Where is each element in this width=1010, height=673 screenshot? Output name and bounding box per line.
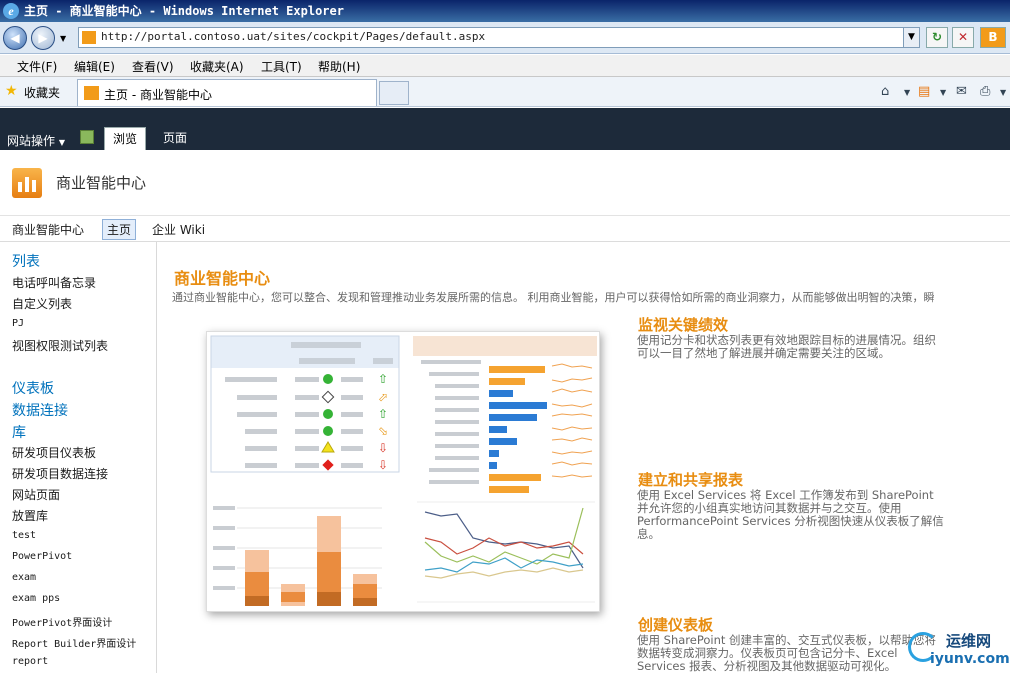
menu-tools[interactable]: 工具(T): [261, 58, 302, 75]
address-url[interactable]: http://portal.contoso.uat/sites/cockpit/…: [101, 30, 485, 43]
favorites-star-icon[interactable]: ★: [5, 83, 18, 99]
print-dropdown-icon[interactable]: ▼: [1000, 88, 1006, 97]
quick-launch-item[interactable]: PowerPivot: [12, 551, 72, 562]
page-title: 商业智能中心: [174, 269, 271, 288]
sharepoint-ribbon: 网站操作 ▼ 浏览 页面: [0, 108, 1010, 150]
site-actions-label: 网站操作: [7, 134, 56, 148]
svg-text:⇩: ⇩: [378, 458, 388, 472]
quick-launch-item[interactable]: 网站页面: [12, 486, 60, 503]
topnav-home[interactable]: 主页: [102, 219, 137, 240]
search-provider-button[interactable]: B: [980, 27, 1006, 48]
menu-bar: 文件(F) 编辑(E) 查看(V) 收藏夹(A) 工具(T) 帮助(H): [0, 55, 1010, 77]
site-actions-dropdown-icon: ▼: [58, 138, 65, 147]
svg-text:⇧: ⇧: [378, 407, 388, 421]
site-logo-icon[interactable]: [12, 168, 42, 198]
favorites-bar: ★ 收藏夹 主页 - 商业智能中心 ⌂ ▼ ▤ ▼ ✉ ⎙ ▼: [0, 77, 1010, 107]
home-dropdown-icon[interactable]: ▼: [904, 88, 910, 97]
feature-title-monitor: 监视关键绩效: [638, 316, 729, 334]
menu-view[interactable]: 查看(V): [132, 58, 174, 75]
window-title: 主页 - 商业智能中心 - Windows Internet Explorer: [24, 4, 344, 18]
dashboard-preview-graphic: ⇧ ⬀ ⇧ ⬂ ⇩ ⇩: [210, 335, 597, 606]
quick-launch-item[interactable]: PJ: [12, 318, 24, 329]
feeds-dropdown-icon[interactable]: ▼: [940, 88, 946, 97]
site-title[interactable]: 商业智能中心: [56, 172, 146, 193]
quick-launch-item[interactable]: 研发项目仪表板: [12, 444, 96, 461]
feature-title-dashboards: 创建仪表板: [638, 616, 714, 634]
quick-launch-heading-dashboards[interactable]: 仪表板: [12, 378, 54, 398]
ie-logo-icon: e: [3, 3, 19, 19]
quick-launch: 列表 电话呼叫备忘录 自定义列表 PJ 视图权限测试列表 仪表板 数据连接 库 …: [0, 242, 157, 673]
quick-launch-item[interactable]: report: [12, 656, 48, 667]
window-title-bar: e 主页 - 商业智能中心 - Windows Internet Explore…: [0, 0, 1010, 22]
quick-launch-item[interactable]: 电话呼叫备忘录: [12, 274, 96, 291]
stop-button[interactable]: ✕: [952, 27, 974, 48]
favorites-button[interactable]: 收藏夹: [24, 84, 60, 101]
svg-text:⇩: ⇩: [378, 441, 388, 455]
quick-launch-item[interactable]: test: [12, 530, 36, 541]
feature-text-reports: 使用 Excel Services 将 Excel 工作簿发布到 SharePo…: [637, 488, 944, 541]
forward-button[interactable]: ▶: [31, 26, 55, 50]
tab-title: 主页 - 商业智能中心: [104, 88, 212, 102]
svg-text:⬀: ⬀: [378, 390, 388, 404]
page-description: 通过商业智能中心，您可以整合、发现和管理推动业务发展所需的信息。 利用商业智能，…: [172, 291, 935, 304]
quick-launch-item[interactable]: 视图权限测试列表: [12, 337, 108, 354]
refresh-button[interactable]: ↻: [926, 27, 948, 48]
menu-edit[interactable]: 编辑(E): [74, 58, 115, 75]
address-toolbar: ◀ ▶ ▼ http://portal.contoso.uat/sites/co…: [0, 22, 1010, 54]
dashboard-illustration: ⇧ ⬀ ⇧ ⬂ ⇩ ⇩: [206, 331, 600, 612]
topnav-bi-center[interactable]: 商业智能中心: [12, 221, 84, 238]
feeds-icon[interactable]: ▤: [918, 84, 930, 99]
quick-launch-heading-lists[interactable]: 列表: [12, 251, 40, 271]
svg-text:⬂: ⬂: [378, 424, 388, 438]
menu-favorites[interactable]: 收藏夹(A): [190, 58, 244, 75]
back-button[interactable]: ◀: [3, 26, 27, 50]
watermark-name: 运维网: [946, 632, 992, 650]
quick-launch-item[interactable]: 放置库: [12, 507, 48, 524]
svg-text:⇧: ⇧: [378, 372, 388, 386]
browser-tab[interactable]: 主页 - 商业智能中心: [77, 79, 377, 106]
tab-browse[interactable]: 浏览: [104, 127, 147, 150]
menu-help[interactable]: 帮助(H): [318, 58, 360, 75]
tab-page[interactable]: 页面: [155, 127, 195, 150]
address-dropdown-icon[interactable]: ▼: [903, 28, 919, 47]
quick-launch-heading-data-connections[interactable]: 数据连接: [12, 400, 68, 420]
quick-launch-heading-libraries[interactable]: 库: [12, 422, 26, 442]
feature-text-monitor: 使用记分卡和状态列表更有效地跟踪目标的进展情况。组织可以一目了然地了解进展并确定…: [637, 333, 936, 360]
site-favicon-icon: [82, 31, 96, 44]
home-icon[interactable]: ⌂: [881, 84, 889, 99]
quick-launch-item[interactable]: 研发项目数据连接: [12, 465, 108, 482]
edit-page-icon[interactable]: [80, 130, 94, 144]
mail-icon[interactable]: ✉: [956, 84, 967, 99]
site-watermark: 运维网 iyunv.com: [900, 626, 1010, 673]
search-provider-label: B: [988, 30, 998, 44]
new-tab-button[interactable]: [379, 81, 409, 105]
history-dropdown-icon[interactable]: ▼: [60, 34, 66, 43]
top-navigation: 商业智能中心 主页 企业 Wiki: [0, 216, 1010, 242]
watermark-domain: iyunv.com: [930, 651, 1010, 667]
topnav-enterprise-wiki[interactable]: 企业 Wiki: [152, 221, 205, 238]
menu-file[interactable]: 文件(F): [17, 58, 57, 75]
quick-launch-item[interactable]: exam: [12, 572, 36, 583]
site-header: 商业智能中心: [0, 150, 1010, 216]
quick-launch-item[interactable]: exam pps: [12, 593, 60, 604]
address-bar[interactable]: http://portal.contoso.uat/sites/cockpit/…: [78, 27, 920, 48]
site-actions-menu[interactable]: 网站操作 ▼: [7, 132, 65, 149]
quick-launch-item[interactable]: PowerPivot界面设计: [12, 614, 112, 629]
quick-launch-item[interactable]: 自定义列表: [12, 295, 72, 312]
tab-favicon-icon: [84, 86, 99, 100]
feature-title-reports: 建立和共享报表: [638, 471, 744, 489]
quick-launch-item[interactable]: Report Builder界面设计: [12, 635, 136, 650]
print-icon[interactable]: ⎙: [980, 84, 990, 99]
